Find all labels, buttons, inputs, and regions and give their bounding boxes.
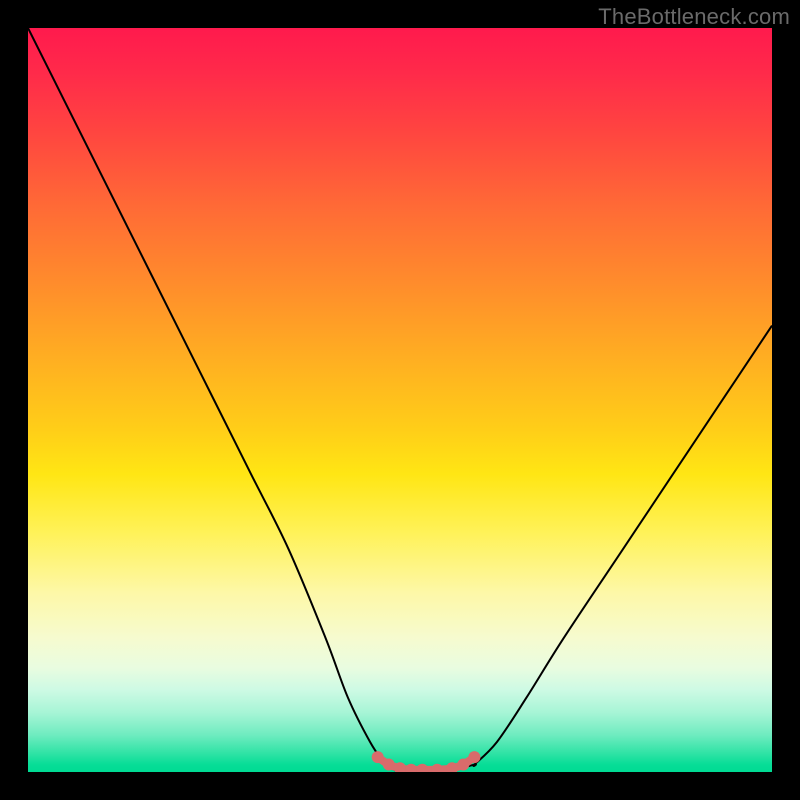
valley-marker [405,764,417,772]
valley-marker [372,751,384,763]
plot-area [28,28,772,772]
attribution-label: TheBottleneck.com [598,4,790,30]
curve-layer [28,28,772,772]
valley-marker [431,764,443,772]
bottleneck-curve [28,28,772,772]
valley-marker [416,764,428,772]
valley-marker [457,759,469,771]
chart-frame: TheBottleneck.com [0,0,800,800]
valley-marker [383,759,395,771]
valley-marker [468,751,480,763]
